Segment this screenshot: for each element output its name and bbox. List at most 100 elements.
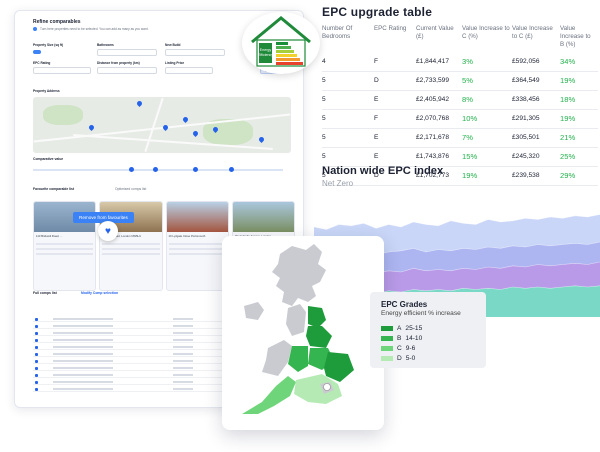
column-header[interactable]: EPC Rating <box>374 25 416 53</box>
badge-label-top: Energy <box>260 48 272 52</box>
comparable-card[interactable]: 10 Lydgate Close Portsmouth <box>165 201 229 291</box>
slider-handle[interactable] <box>229 167 234 172</box>
slider-handle[interactable] <box>193 167 198 172</box>
map-pin-icon[interactable] <box>257 135 266 144</box>
listing-price-field[interactable] <box>165 67 213 74</box>
region-north-west <box>286 304 306 336</box>
epc-rating-label: EPC Rating <box>33 61 51 65</box>
hint-text: Turn here properties need to be selected… <box>40 27 149 31</box>
distance-label: Distance from property (km) <box>97 61 140 65</box>
column-header[interactable]: Number Of Bedrooms <box>322 25 374 53</box>
cell-bedrooms: 4 <box>322 53 374 72</box>
legend-swatch <box>381 335 393 341</box>
legend-title: EPC Grades <box>381 300 428 309</box>
bathrooms-field[interactable] <box>97 49 157 56</box>
road <box>144 98 164 152</box>
table-row: 5 E £1,743,876 15% £245,320 25% <box>322 147 598 167</box>
uk-map <box>242 244 354 414</box>
cell-increase-b-percent: 21% <box>560 128 598 148</box>
cell-increase-c-amount: £291,305 <box>512 109 560 129</box>
map-pin-icon[interactable] <box>161 123 170 132</box>
cell-epc-rating: E <box>374 128 416 148</box>
uk-epc-map-card <box>222 236 384 430</box>
cell-increase-b-percent: 19% <box>560 109 598 129</box>
column-header[interactable]: Current Value (£) <box>416 25 462 53</box>
stage: Refine comparables Turn here properties … <box>0 0 600 452</box>
property-size-label: Property Size (sq ft) <box>33 43 64 47</box>
property-photo <box>232 202 294 232</box>
cell-epc-rating: E <box>374 90 416 110</box>
comparables-map[interactable] <box>33 97 291 153</box>
legend-range: 5-0 <box>405 354 416 362</box>
legend-item: B 14-10 <box>381 334 422 342</box>
cell-increase-b-percent: 18% <box>560 90 598 110</box>
legend-subtitle: Energy efficient % increase <box>381 310 461 317</box>
cell-bedrooms: 5 <box>322 90 374 110</box>
house-energy-icon: Energy Efficiency <box>251 16 311 67</box>
legend-grade: A <box>397 324 402 332</box>
listing-price-label: Listing Price <box>165 61 185 65</box>
cell-increase-c-amount: £245,320 <box>512 147 560 167</box>
map-pin-icon[interactable] <box>135 99 144 108</box>
region-yorkshire <box>306 326 332 348</box>
card-title: 10 Lydgate Close Portsmouth <box>168 234 206 238</box>
distance-field[interactable] <box>97 67 157 74</box>
table-row: 5 E £2,171,678 7% £305,501 21% <box>322 128 598 148</box>
cell-increase-c-percent: 5% <box>462 71 512 91</box>
property-size-toggle[interactable] <box>33 50 41 54</box>
cell-current-value: £1,743,876 <box>416 147 462 167</box>
slider-handle[interactable] <box>129 167 134 172</box>
map-pin-icon[interactable] <box>181 115 190 124</box>
optimised-list-label[interactable]: Optimised comps list <box>115 187 146 191</box>
cell-increase-c-percent: 3% <box>462 53 512 72</box>
heart-icon[interactable]: ♥ <box>98 221 118 241</box>
legend-swatch <box>381 325 393 331</box>
cell-increase-c-percent: 15% <box>462 147 512 167</box>
legend-range: 9-6 <box>405 344 416 352</box>
legend-range: 25-15 <box>405 324 423 332</box>
map-pin-icon[interactable] <box>87 123 96 132</box>
slider-handle[interactable] <box>153 167 158 172</box>
full-comps-label: Full comps list <box>33 291 57 295</box>
cell-increase-c-amount: £239,538 <box>512 166 560 186</box>
cell-increase-c-amount: £338,456 <box>512 90 560 110</box>
cell-increase-c-percent: 7% <box>462 128 512 148</box>
card-title: 113 Bridwell Road, ... <box>36 234 63 238</box>
column-header[interactable]: Value Increase to B (%) <box>560 25 598 53</box>
map-pin-icon[interactable] <box>191 129 200 138</box>
cell-increase-b-percent: 34% <box>560 53 598 72</box>
legend-item: D 5-0 <box>381 354 415 362</box>
cell-current-value: £2,171,678 <box>416 128 462 148</box>
legend-grade: C <box>397 344 402 352</box>
legend-grade: D <box>397 354 402 362</box>
legend-swatch <box>381 345 393 351</box>
epc-rating-field[interactable] <box>33 67 91 74</box>
badge-label-bottom: Efficiency <box>258 53 274 57</box>
cell-bedrooms: 5 <box>322 147 374 167</box>
cell-bedrooms: 5 <box>322 109 374 129</box>
comparative-value-slider[interactable] <box>33 167 283 172</box>
new-build-field[interactable] <box>165 49 225 56</box>
cell-increase-c-percent: 8% <box>462 90 512 110</box>
cell-epc-rating: F <box>374 53 416 72</box>
cell-current-value: £2,405,942 <box>416 90 462 110</box>
london-marker-icon[interactable] <box>323 383 331 391</box>
cell-epc-rating: D <box>374 71 416 91</box>
column-header[interactable]: Value Increase to C (£) <box>512 25 560 53</box>
region-wales <box>262 340 292 376</box>
park-area <box>43 105 83 125</box>
cell-current-value: £2,733,599 <box>416 71 462 91</box>
bathrooms-label: Bathrooms <box>97 43 114 47</box>
panel-title: Refine comparables <box>33 19 81 25</box>
cell-epc-rating: E <box>374 147 416 167</box>
legend-item: C 9-6 <box>381 344 415 352</box>
cell-epc-rating: F <box>374 109 416 129</box>
column-header[interactable]: Value Increase to C (%) <box>462 25 512 53</box>
panel-hint: Turn here properties need to be selected… <box>33 27 149 31</box>
cell-increase-c-amount: £364,549 <box>512 71 560 91</box>
region-south-west <box>242 376 296 414</box>
table-header-row: Number Of Bedrooms EPC Rating Current Va… <box>322 25 598 53</box>
cell-increase-b-percent: 19% <box>560 71 598 91</box>
epc-upgrade-table: Number Of Bedrooms EPC Rating Current Va… <box>322 25 598 186</box>
modify-selection-link[interactable]: Modify Comp selection <box>81 291 118 295</box>
